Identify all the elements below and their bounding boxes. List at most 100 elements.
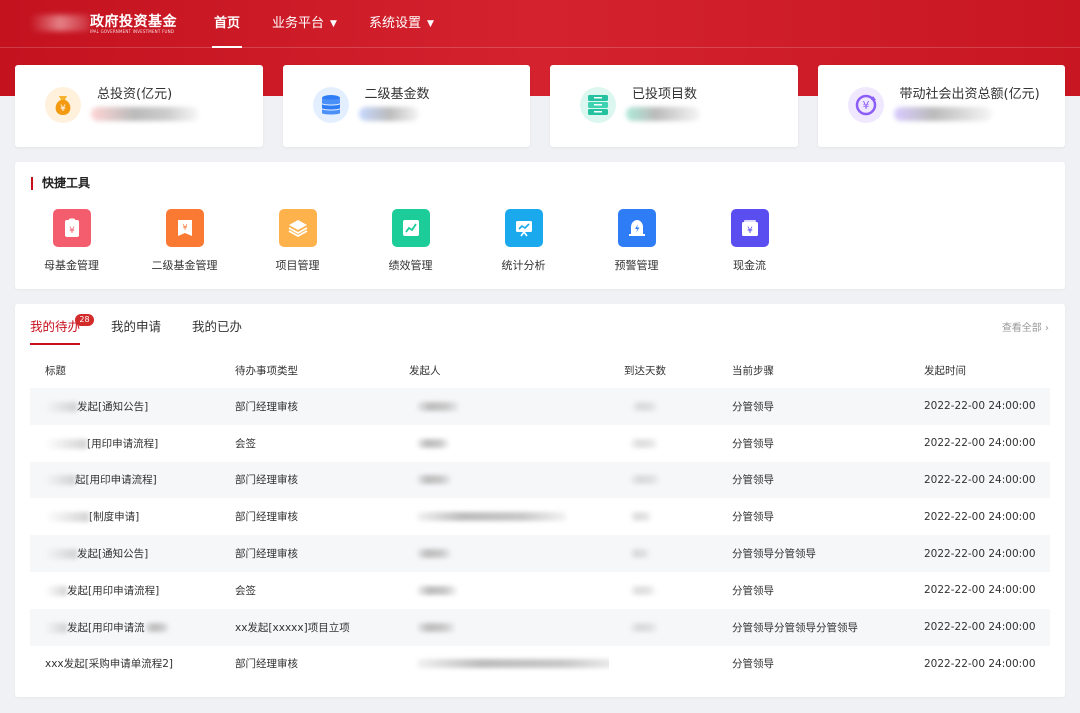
tool-performance[interactable]: 绩效管理 — [354, 209, 467, 273]
tool-label: 绩效管理 — [388, 259, 433, 272]
cell-initiator — [394, 572, 609, 609]
table-row[interactable]: xxx发起[采购申请单流程2] 部门经理审核 分管领导 2022-22-00 2… — [30, 646, 1050, 683]
redacted-text — [417, 622, 455, 632]
tool-label: 母基金管理 — [44, 259, 99, 272]
chevron-down-icon: ▼ — [330, 19, 337, 29]
stat-cards: ¥ 总投资(亿元) 二级基金数 已投项目数 ¥ 带动社会出资总额(亿元) — [15, 65, 1065, 147]
clipboard-yuan-icon: ¥ — [52, 209, 91, 247]
cell-time: 2022-22-00 24:00:00 — [909, 388, 1050, 425]
nav-item-system-settings[interactable]: 系统设置 ▼ — [355, 0, 448, 48]
cell-initiator — [394, 425, 609, 462]
redacted-text — [45, 622, 67, 633]
svg-text:¥: ¥ — [862, 99, 869, 112]
table-row[interactable]: 发起[用印申请流 xx发起[xxxxx]项目立项 分管领导分管领导分管领导 20… — [30, 608, 1050, 646]
stat-card-social-capital[interactable]: ¥ 带动社会出资总额(亿元) — [817, 65, 1065, 147]
cell-step: 分管领导 — [732, 658, 774, 671]
stat-label: 已投项目数 — [632, 87, 698, 102]
tab-label: 我的待办 — [30, 319, 81, 334]
quick-tools-panel: 快捷工具 ¥ 母基金管理 ¥ 二级基金管理 项目管理 绩效管理 统计分析 预警管… — [15, 162, 1065, 289]
cell-type: 部门经理审核 — [220, 388, 394, 425]
cell-title: xxx发起[采购申请单流程2] — [45, 658, 174, 671]
stat-value-redacted — [358, 107, 419, 121]
tool-secondary-fund[interactable]: ¥ 二级基金管理 — [128, 209, 241, 273]
title-text: 发起[用印申请流 — [67, 621, 145, 634]
table-row[interactable]: [用印申请流程] 会签 分管领导 2022-22-00 24:00:00 — [30, 425, 1050, 462]
redacted-text — [417, 549, 451, 559]
title-text: [用印申请流程] — [87, 437, 159, 450]
redacted-text — [45, 475, 75, 486]
redacted-text — [45, 438, 87, 449]
cell-time: 2022-22-00 24:00:00 — [909, 461, 1050, 499]
nav-label: 首页 — [214, 16, 241, 31]
view-all-link[interactable]: 查看全部 › — [1002, 319, 1049, 334]
wallet-yuan-icon: ¥ — [730, 209, 769, 247]
cell-days — [609, 572, 717, 609]
cell-initiator — [394, 608, 609, 646]
cell-title: 发起[用印申请流 — [30, 608, 220, 646]
redacted-text — [630, 475, 660, 485]
tab-my-done[interactable]: 我的已办 — [192, 317, 242, 345]
nav-item-home[interactable]: 首页 — [200, 0, 254, 48]
stat-card-invested-projects[interactable]: 已投项目数 — [550, 65, 798, 147]
server-icon — [580, 87, 616, 123]
redacted-text — [417, 475, 451, 485]
trend-chart-icon — [391, 209, 430, 247]
cell-type: 部门经理审核 — [235, 511, 298, 524]
tool-parent-fund[interactable]: ¥ 母基金管理 — [15, 209, 128, 273]
tool-cash-flow[interactable]: ¥ 现金流 — [693, 209, 806, 273]
redacted-text — [45, 585, 67, 596]
cell-initiator — [394, 461, 609, 499]
redacted-text — [417, 401, 459, 411]
table-row[interactable]: 发起[通知公告] 部门经理审核 分管领导分管领导 2022-22-00 24:0… — [30, 535, 1050, 572]
column-header-type: 待办事项类型 — [235, 364, 298, 377]
logo[interactable]: 政府投资基金 IPAL GOVERNMENT INVESTMENT FUND — [30, 9, 180, 39]
tab-label: 我的申请 — [111, 319, 162, 334]
cell-days — [609, 535, 717, 572]
stat-value-redacted — [626, 107, 700, 121]
redacted-text — [630, 438, 658, 448]
tool-statistics[interactable]: 统计分析 — [467, 209, 580, 273]
cell-time: 2022-22-00 24:00:00 — [924, 437, 1036, 450]
stat-card-total-investment[interactable]: ¥ 总投资(亿元) — [15, 65, 263, 147]
cell-days — [609, 646, 717, 683]
redacted-text — [630, 549, 650, 559]
column-header-step: 当前步骤 — [732, 364, 774, 377]
table-row[interactable]: 起[用印申请流程] 部门经理审核 分管领导 2022-22-00 24:00:0… — [30, 461, 1050, 499]
alarm-icon — [617, 209, 656, 247]
todo-panel: 我的待办 28 我的申请 我的已办 查看全部 › 标题 待办事项类型 发起人 到… — [15, 304, 1065, 697]
cell-step: 分管领导 — [732, 437, 774, 450]
nav-label: 系统设置 — [368, 16, 421, 31]
tab-my-applications[interactable]: 我的申请 — [111, 317, 161, 345]
column-header-days: 到达天数 — [624, 364, 666, 377]
stat-value-redacted — [893, 107, 992, 121]
table-row[interactable]: 发起[用印申请流程] 会签 分管领导 2022-22-00 24:00:00 — [30, 572, 1050, 609]
cell-step: 分管领导 — [732, 584, 774, 597]
cell-step: 分管领导分管领导分管领导 — [717, 608, 909, 646]
tool-label: 预警管理 — [614, 259, 659, 272]
cell-step: 分管领导 — [732, 511, 774, 524]
redacted-text — [632, 401, 658, 411]
cell-days — [609, 498, 717, 535]
cell-title: [制度申请] — [30, 498, 220, 535]
ledger-yuan-icon: ¥ — [165, 209, 204, 247]
tool-label: 二级基金管理 — [151, 259, 218, 272]
redacted-text — [417, 438, 449, 448]
cell-step: 分管领导分管领导 — [717, 535, 909, 572]
nav-item-business-platform[interactable]: 业务平台 ▼ — [258, 0, 351, 48]
cell-days — [609, 461, 717, 499]
redacted-text — [417, 585, 457, 595]
table-row[interactable]: [制度申请] 部门经理审核 分管领导 2022-22-00 24:00:00 — [30, 498, 1050, 535]
table-row[interactable]: 发起[通知公告] 部门经理审核 分管领导 2022-22-00 24:00:00 — [30, 388, 1050, 425]
tool-list: ¥ 母基金管理 ¥ 二级基金管理 项目管理 绩效管理 统计分析 预警管理 ¥ 现… — [15, 209, 806, 273]
top-navbar: 政府投资基金 IPAL GOVERNMENT INVESTMENT FUND 首… — [0, 0, 1080, 48]
tab-my-todo[interactable]: 我的待办 28 — [30, 314, 94, 345]
stat-card-secondary-funds[interactable]: 二级基金数 — [282, 65, 530, 147]
tool-project-management[interactable]: 项目管理 — [241, 209, 354, 273]
tool-label: 项目管理 — [275, 259, 320, 272]
cell-title: 发起[通知公告] — [30, 535, 220, 572]
main-nav: 首页 业务平台 ▼ 系统设置 ▼ — [200, 0, 452, 48]
tool-warning[interactable]: 预警管理 — [580, 209, 693, 273]
title-text: [制度申请] — [89, 511, 140, 524]
title-text: 起[用印申请流程] — [75, 474, 157, 487]
cell-type: 部门经理审核 — [220, 461, 394, 499]
